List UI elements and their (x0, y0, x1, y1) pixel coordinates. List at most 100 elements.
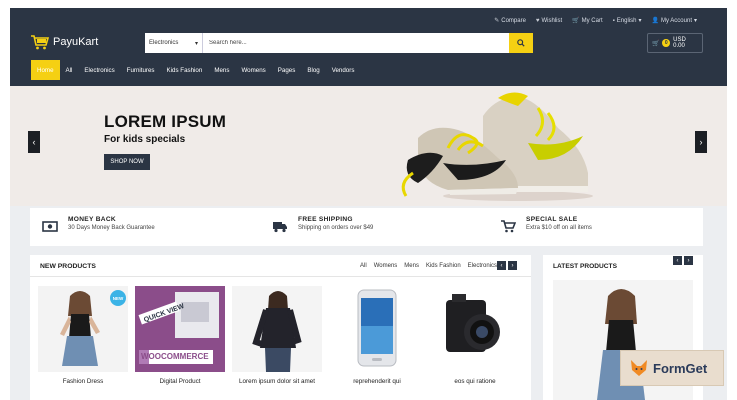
chevron-down-icon: ▾ (693, 18, 697, 24)
feature-text: FREE SHIPPING Shipping on orders over $4… (298, 216, 373, 231)
tab-mens[interactable]: Mens (404, 263, 419, 269)
cart-summary-button[interactable]: 🛒 0 USD 0.00 (647, 33, 703, 53)
wishlist-link[interactable]: ♥ Wishlist (536, 17, 562, 24)
main-nav: Home All Electronics Furnitures Kids Fas… (31, 60, 360, 80)
next-arrow-button[interactable]: › (684, 256, 693, 265)
prev-arrow-button[interactable]: ‹ (673, 256, 682, 265)
feature-special-sale: SPECIAL SALE Extra $10 off on all items (500, 216, 592, 233)
logo[interactable]: PayuKart (30, 34, 98, 50)
search-button[interactable] (509, 33, 533, 53)
feature-title: MONEY BACK (68, 216, 116, 223)
compare-label: Compare (501, 17, 526, 24)
flag-icon: ▪ (612, 17, 615, 24)
my-cart-label: My Cart (581, 17, 603, 24)
product-image[interactable]: QUICK VIEW WOOCOMMERCE (135, 286, 225, 372)
search-category-label: Electronics (149, 40, 179, 46)
product-image[interactable]: NEW (38, 286, 128, 372)
shop-now-button[interactable]: SHOP NOW (104, 154, 150, 170)
product-name[interactable]: Fashion Dress (38, 378, 128, 385)
product-card[interactable]: QUICK VIEW WOOCOMMERCE Digital Product (135, 286, 225, 385)
sneaker-image (401, 92, 593, 201)
product-image[interactable] (430, 286, 520, 372)
nav-item-pages[interactable]: Pages (272, 60, 302, 80)
feature-desc: 30 Days Money Back Guarantee (68, 225, 155, 231)
image-text-woocommerce: WOOCOMMERCE (141, 352, 209, 361)
search-category-select[interactable]: Electronics ▾ (145, 33, 203, 53)
product-name[interactable]: reprehenderit qui (332, 378, 422, 385)
product-name[interactable]: Digital Product (135, 378, 225, 385)
money-icon (42, 221, 58, 232)
tab-kids-fashion[interactable]: Kids Fashion (426, 263, 461, 269)
my-cart-link[interactable]: 🛒 My Cart (572, 17, 603, 25)
compare-icon: ✎ (494, 18, 500, 24)
account-dropdown[interactable]: 👤 My Account ▾ (651, 17, 697, 25)
chevron-left-icon: ‹ (32, 137, 36, 147)
feature-title: FREE SHIPPING (298, 216, 353, 223)
camera-image (446, 294, 500, 352)
logo-text: PayuKart (53, 36, 99, 48)
logo-cart-icon (31, 35, 50, 50)
new-products-tabs: All Womens Mens Kids Fashion Electronics (360, 263, 497, 269)
nav-item-womens[interactable]: Womens (235, 60, 271, 80)
chevron-right-icon: › (699, 137, 703, 147)
nav-item-vendors[interactable]: Vendors (326, 60, 361, 80)
next-arrow-button[interactable]: › (508, 261, 517, 270)
cart-icon (501, 220, 516, 233)
chevron-down-icon: ▾ (638, 18, 642, 24)
search-input[interactable] (203, 33, 509, 53)
feature-desc: Extra $10 off on all items (526, 225, 592, 231)
wishlist-label: Wishlist (541, 17, 563, 24)
search-icon (517, 39, 525, 47)
language-dropdown[interactable]: ▪ English ▾ (612, 17, 642, 25)
formget-watermark: FormGet (620, 350, 724, 386)
smartphone-image (357, 289, 397, 367)
new-products-arrows: ‹ › (497, 261, 517, 270)
nav-item-all[interactable]: All (60, 60, 79, 80)
user-icon: 👤 (651, 18, 659, 24)
tab-all[interactable]: All (360, 263, 367, 269)
watermark-text: FormGet (653, 360, 708, 376)
slider-next-button[interactable]: › (695, 131, 707, 153)
feature-title: SPECIAL SALE (526, 216, 578, 223)
truck-icon (273, 222, 287, 233)
chevron-right-icon: › (511, 262, 514, 269)
slider-prev-button[interactable]: ‹ (28, 131, 40, 153)
new-products-panel: NEW PRODUCTS All Womens Mens Kids Fashio… (30, 255, 531, 400)
features-bar: MONEY BACK 30 Days Money Back Guarantee … (30, 208, 703, 246)
product-card[interactable]: eos qui ratione (430, 286, 520, 385)
product-image[interactable] (332, 286, 422, 372)
search-bar: Electronics ▾ (145, 33, 533, 53)
compare-link[interactable]: ✎ Compare (494, 17, 526, 25)
hero-subtitle: For kids specials (104, 134, 186, 145)
language-label: English (616, 17, 637, 24)
nav-item-furnitures[interactable]: Furnitures (121, 60, 161, 80)
nav-item-blog[interactable]: Blog (301, 60, 325, 80)
new-products-header: NEW PRODUCTS All Womens Mens Kids Fashio… (30, 255, 531, 277)
nav-item-electronics[interactable]: Electronics (78, 60, 120, 80)
product-card[interactable]: NEW Fashion Dress (38, 286, 128, 385)
chevron-left-icon: ‹ (500, 262, 503, 269)
product-name[interactable]: Lorem ipsum dolor sit amet (232, 378, 322, 385)
nav-item-home[interactable]: Home (31, 60, 60, 80)
prev-arrow-button[interactable]: ‹ (497, 261, 506, 270)
heart-icon: ♥ (535, 17, 540, 24)
feature-free-shipping: FREE SHIPPING Shipping on orders over $4… (272, 216, 373, 233)
hero-slider: ‹ LOREM IPSUM For kids specials SHOP NOW… (10, 86, 727, 206)
feature-text: SPECIAL SALE Extra $10 off on all items (526, 216, 592, 231)
tab-electronics[interactable]: Electronics (468, 263, 497, 269)
new-badge: NEW (110, 290, 126, 306)
tab-womens[interactable]: Womens (374, 263, 398, 269)
product-name[interactable]: eos qui ratione (430, 378, 520, 385)
nav-item-kids-fashion[interactable]: Kids Fashion (161, 60, 209, 80)
woman-in-blouse-image (232, 286, 322, 372)
feature-text: MONEY BACK 30 Days Money Back Guarantee (68, 216, 155, 231)
feature-money-back: MONEY BACK 30 Days Money Back Guarantee (42, 216, 155, 233)
product-card[interactable]: reprehenderit qui (332, 286, 422, 385)
product-card[interactable]: Lorem ipsum dolor sit amet (232, 286, 322, 385)
top-links: ✎ Compare ♥ Wishlist 🛒 My Cart ▪ English ▾ 👤 M… (494, 17, 697, 25)
chevron-left-icon: ‹ (676, 257, 679, 264)
nav-item-mens[interactable]: Mens (208, 60, 235, 80)
new-products-title: NEW PRODUCTS (40, 263, 96, 270)
product-image[interactable] (232, 286, 322, 372)
latest-products-title: LATEST PRODUCTS (553, 263, 617, 270)
